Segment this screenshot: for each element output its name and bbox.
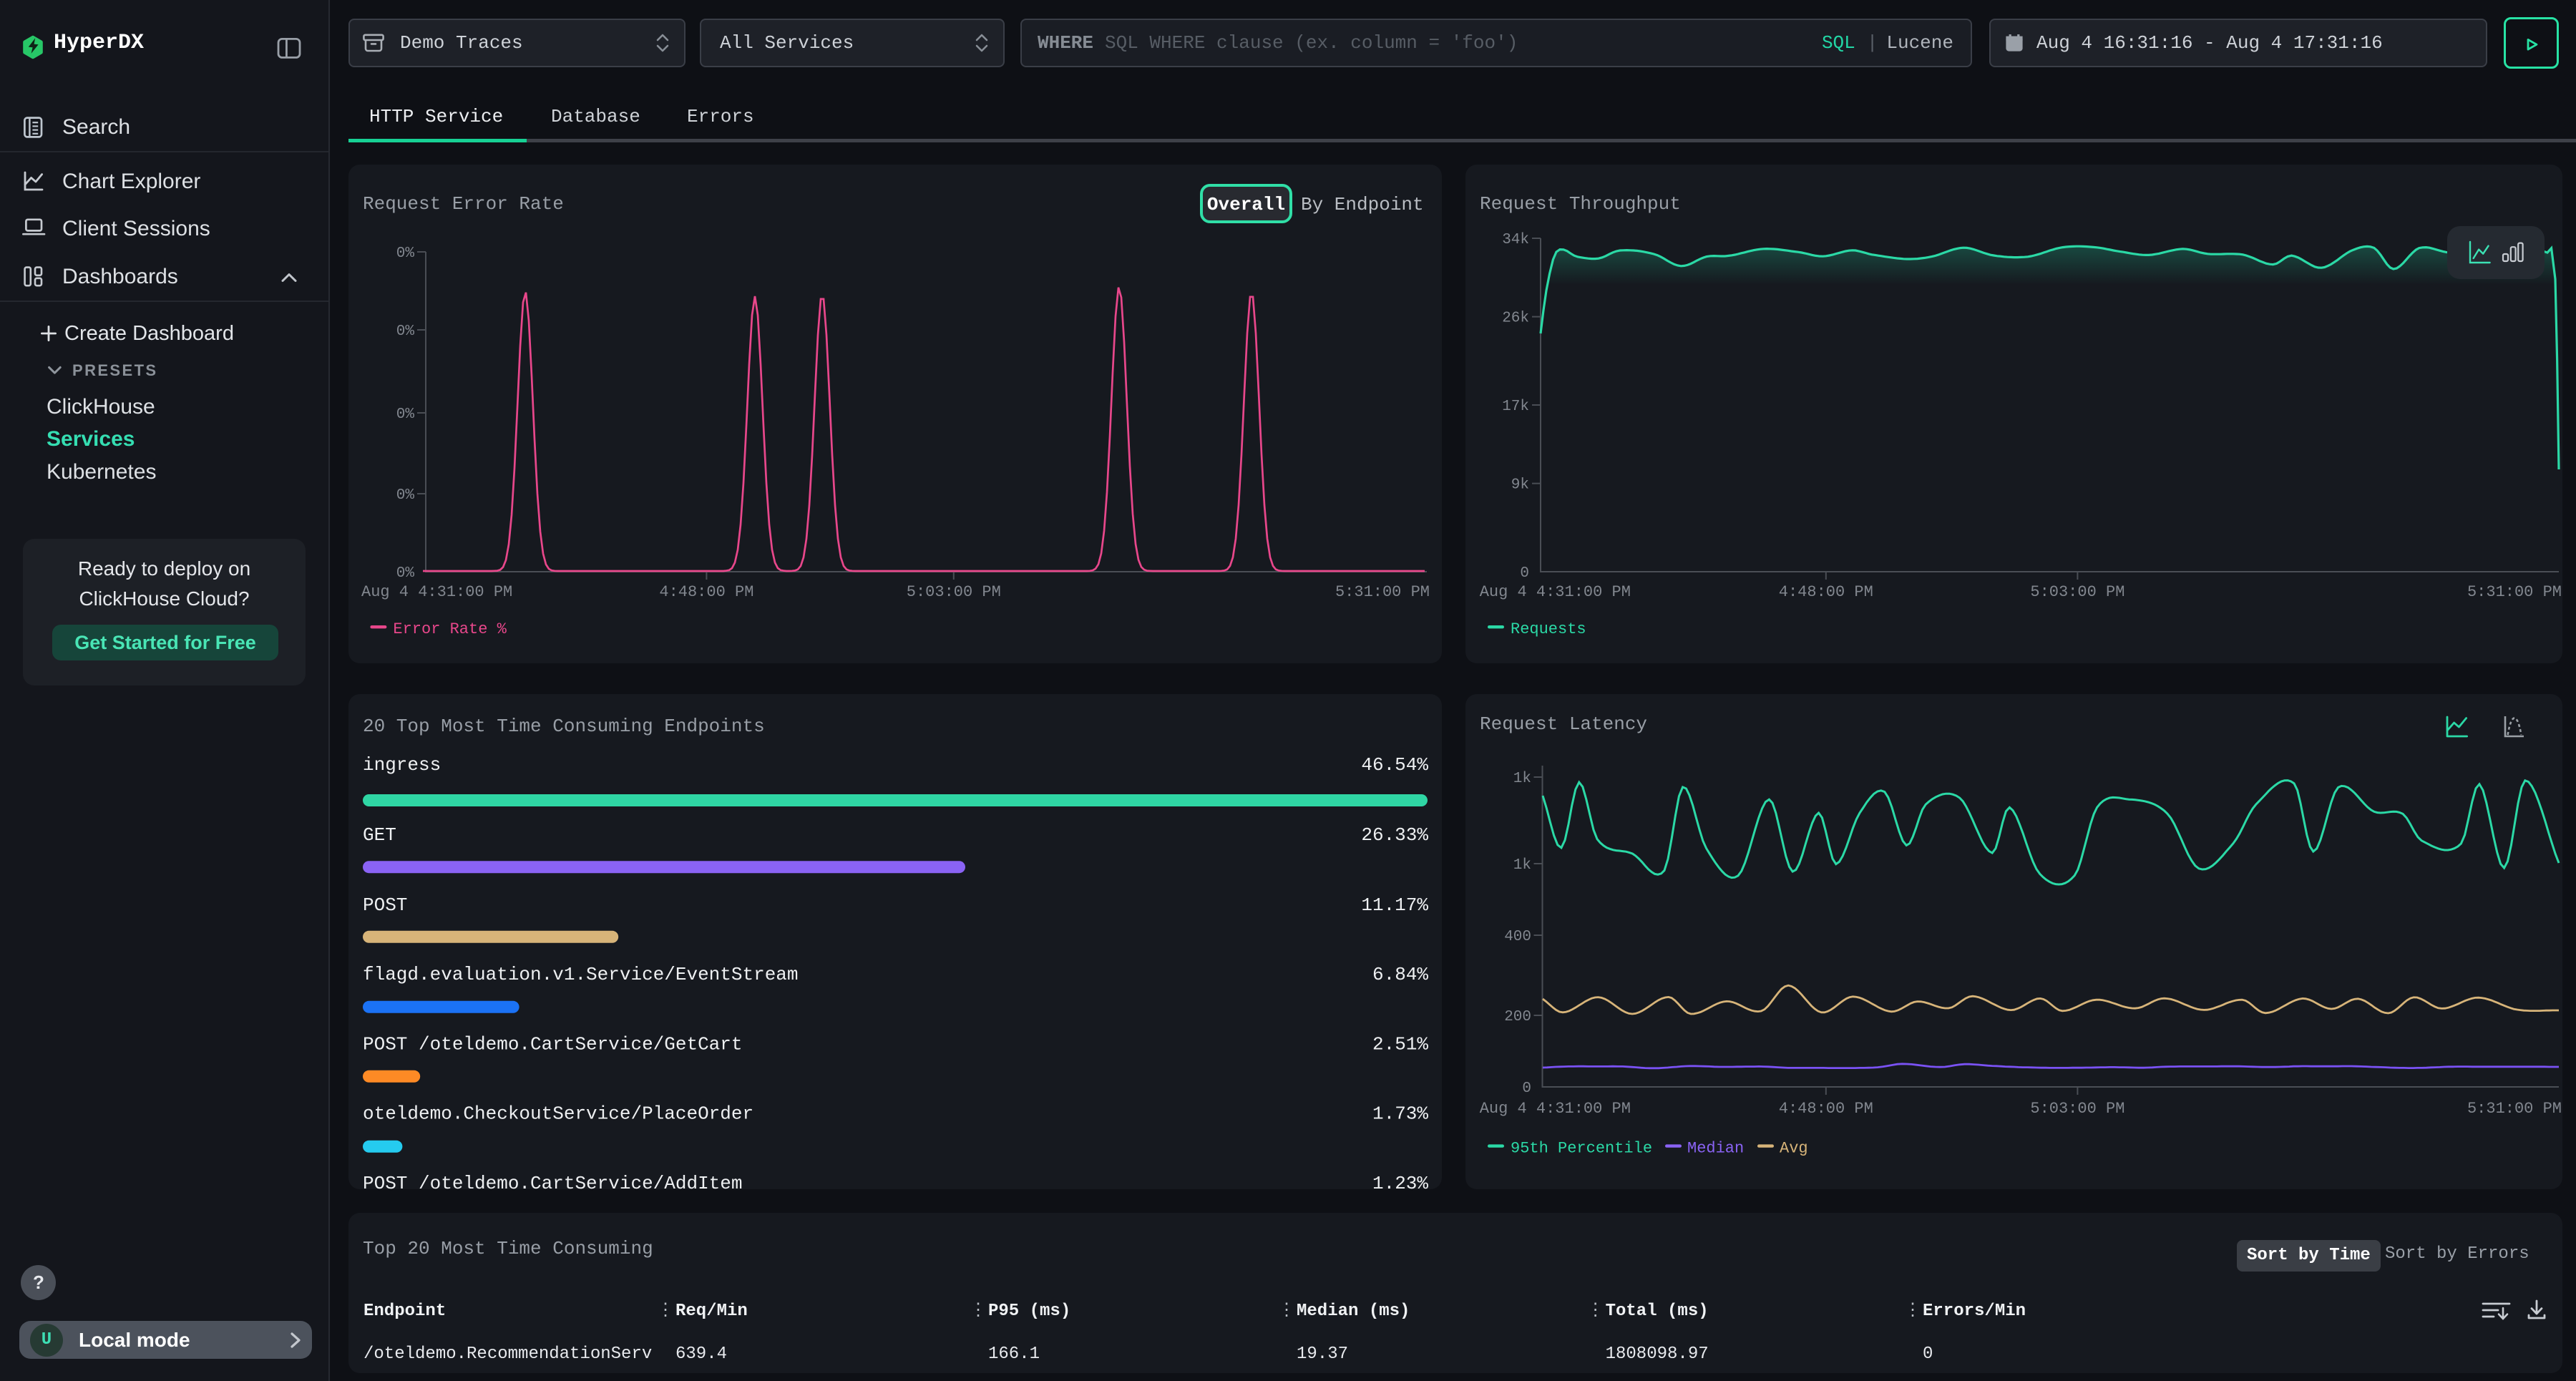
svg-text:⋮: ⋮ xyxy=(1587,1302,1604,1321)
svg-text:Median (ms): Median (ms) xyxy=(1297,1302,1410,1321)
svg-text:639.4: 639.4 xyxy=(675,1345,727,1364)
svg-text:166.1: 166.1 xyxy=(988,1345,1040,1364)
svg-text:Aug 4 4:31:00 PM: Aug 4 4:31:00 PM xyxy=(1479,583,1630,601)
svg-text:5:31:00 PM: 5:31:00 PM xyxy=(1335,583,1430,601)
svg-text:26k: 26k xyxy=(1502,311,1529,327)
svg-text:0%: 0% xyxy=(396,487,415,504)
svg-text:34k: 34k xyxy=(1502,232,1529,248)
svg-text:Error Rate %: Error Rate % xyxy=(393,620,507,638)
svg-text:Median: Median xyxy=(1687,1139,1744,1157)
svg-text:4:48:00 PM: 4:48:00 PM xyxy=(659,583,753,601)
svg-text:1k: 1k xyxy=(1513,771,1531,787)
svg-text:1808098.97: 1808098.97 xyxy=(1606,1345,1709,1364)
svg-text:flagd.evaluation.v1.Service/Ev: flagd.evaluation.v1.Service/EventStream xyxy=(363,964,799,985)
svg-text:Req/Min: Req/Min xyxy=(675,1302,748,1321)
svg-text:0: 0 xyxy=(1520,565,1529,582)
svg-text:17k: 17k xyxy=(1502,399,1529,415)
svg-text:400: 400 xyxy=(1504,929,1531,945)
svg-text:Aug 4 4:31:00 PM: Aug 4 4:31:00 PM xyxy=(1479,1100,1630,1118)
svg-text:5:31:00 PM: 5:31:00 PM xyxy=(2467,583,2561,601)
svg-text:200: 200 xyxy=(1504,1009,1531,1025)
svg-text:⋮: ⋮ xyxy=(657,1302,674,1321)
svg-text:Endpoint: Endpoint xyxy=(364,1302,446,1321)
svg-text:Requests: Requests xyxy=(1511,620,1586,638)
svg-text:POST: POST xyxy=(363,894,407,916)
svg-text:Aug 4 4:31:00 PM: Aug 4 4:31:00 PM xyxy=(361,583,512,601)
svg-text:5:03:00 PM: 5:03:00 PM xyxy=(907,583,1001,601)
svg-text:Avg: Avg xyxy=(1780,1139,1808,1157)
svg-text:1.73%: 1.73% xyxy=(1372,1103,1428,1124)
svg-text:5:03:00 PM: 5:03:00 PM xyxy=(2030,1100,2124,1118)
svg-text:P95 (ms): P95 (ms) xyxy=(988,1302,1070,1321)
svg-text:1.23%: 1.23% xyxy=(1372,1173,1428,1189)
svg-text:95th Percentile: 95th Percentile xyxy=(1511,1139,1652,1157)
svg-text:6.84%: 6.84% xyxy=(1372,964,1428,985)
svg-text:⋮: ⋮ xyxy=(970,1302,987,1321)
svg-text:⋮: ⋮ xyxy=(1278,1302,1295,1321)
svg-text:4:48:00 PM: 4:48:00 PM xyxy=(1778,583,1873,601)
svg-text:0%: 0% xyxy=(396,323,415,340)
svg-text:/oteldemo.RecommendationServ: /oteldemo.RecommendationServ xyxy=(364,1345,652,1364)
svg-text:0%: 0% xyxy=(396,406,415,423)
svg-text:5:03:00 PM: 5:03:00 PM xyxy=(2030,583,2124,601)
svg-text:9k: 9k xyxy=(1511,477,1528,494)
svg-text:4:48:00 PM: 4:48:00 PM xyxy=(1778,1100,1873,1118)
svg-text:Errors/Min: Errors/Min xyxy=(1923,1302,2026,1321)
svg-text:19.37: 19.37 xyxy=(1297,1345,1348,1364)
svg-text:5:31:00 PM: 5:31:00 PM xyxy=(2467,1100,2561,1118)
svg-text:oteldemo.CheckoutService/Place: oteldemo.CheckoutService/PlaceOrder xyxy=(363,1103,753,1124)
svg-text:POST /oteldemo.CartService/Get: POST /oteldemo.CartService/GetCart xyxy=(363,1034,743,1055)
svg-text:11.17%: 11.17% xyxy=(1361,894,1428,916)
svg-text:ingress: ingress xyxy=(363,754,441,776)
svg-text:⋮: ⋮ xyxy=(1904,1302,1921,1321)
svg-text:Total (ms): Total (ms) xyxy=(1606,1302,1709,1321)
svg-text:0%: 0% xyxy=(396,245,415,262)
svg-text:1k: 1k xyxy=(1513,857,1531,874)
svg-text:2.51%: 2.51% xyxy=(1372,1034,1428,1055)
svg-text:26.33%: 26.33% xyxy=(1361,824,1428,846)
svg-text:0: 0 xyxy=(1923,1345,1933,1364)
svg-text:0: 0 xyxy=(1522,1080,1531,1097)
svg-text:POST /oteldemo.CartService/Add: POST /oteldemo.CartService/AddItem xyxy=(363,1173,743,1189)
svg-text:0%: 0% xyxy=(396,565,415,582)
svg-text:46.54%: 46.54% xyxy=(1361,754,1428,776)
svg-text:GET: GET xyxy=(363,824,396,846)
